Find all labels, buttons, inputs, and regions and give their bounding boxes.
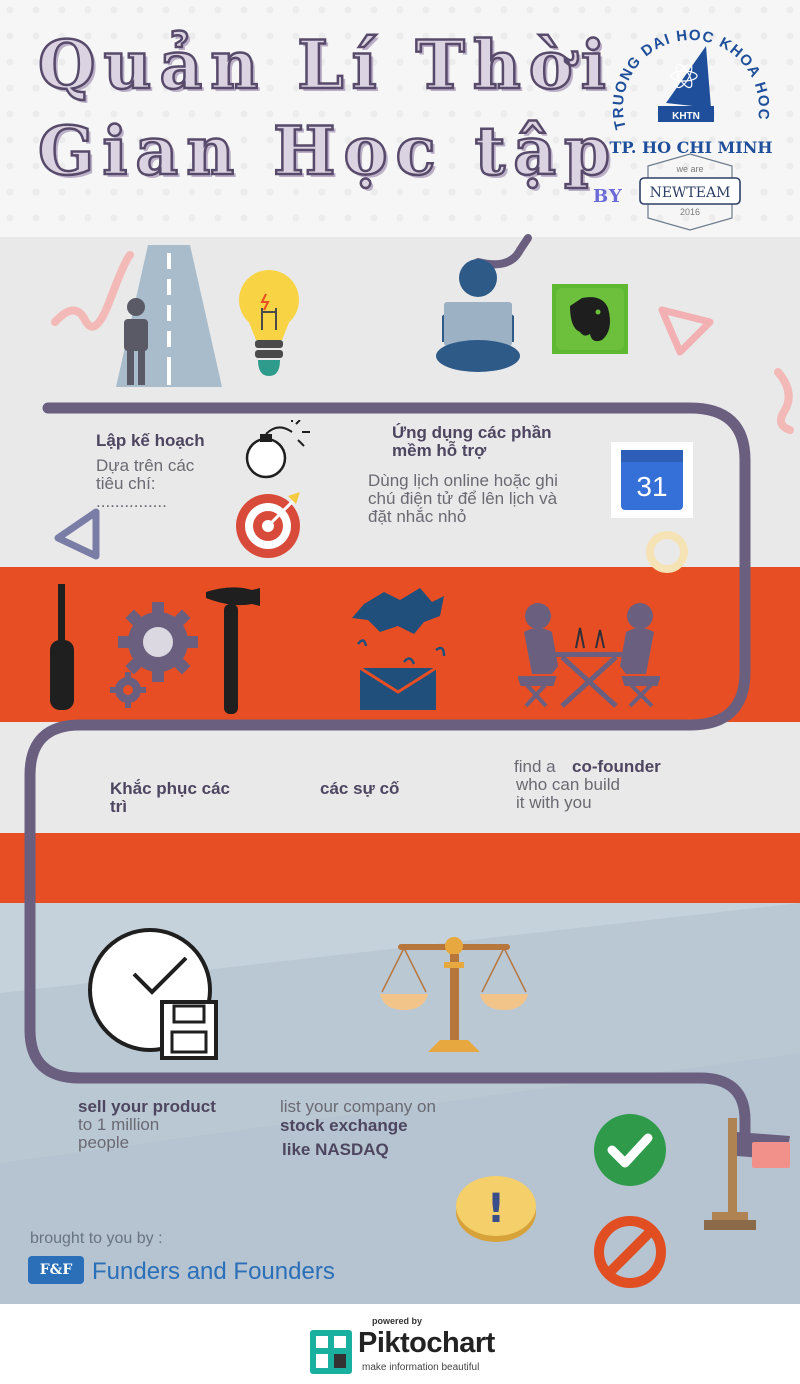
- sell-line-3: people: [78, 1133, 130, 1152]
- road-person-icon: [116, 245, 222, 387]
- evernote-icon: [552, 284, 628, 354]
- calendar-icon: 31: [611, 442, 693, 518]
- clock-save-icon: [88, 928, 218, 1060]
- bomb-icon: [245, 420, 310, 479]
- list-line-1: list your company on: [280, 1097, 436, 1116]
- plan-title: Lập kế hoạch: [96, 431, 205, 450]
- app-desc-3: đặt nhắc nhỏ: [368, 507, 467, 526]
- cofounder-line-2: who can build: [516, 775, 620, 794]
- powered-by-label: powered by: [372, 1316, 423, 1326]
- exclamation-mark: !: [487, 1186, 505, 1232]
- piktochart-tagline: make information beautiful: [362, 1362, 480, 1373]
- cofounder-line-3: it with you: [516, 793, 592, 812]
- incidents-label: các sự cố: [320, 779, 400, 798]
- brought-by-label: brought to you by :: [30, 1230, 163, 1247]
- screwdriver-icon: [50, 584, 74, 710]
- checkmark-icon: [594, 1114, 666, 1186]
- piktochart-logo-icon: [310, 1330, 352, 1374]
- meeting-icon: [518, 603, 660, 708]
- hammer-icon: [206, 587, 260, 714]
- app-desc-2: chú điện tử để lên lịch và: [368, 489, 558, 508]
- fix-line-2: trì: [110, 797, 127, 816]
- cofounder-bold: co-founder: [572, 757, 661, 776]
- calendar-number: 31: [636, 471, 667, 502]
- list-line-2: stock exchange: [280, 1116, 408, 1135]
- app-desc-1: Dùng lịch online hoặc ghi: [368, 471, 558, 490]
- light-bulb-icon: [239, 270, 299, 376]
- infographic-page: { "header": { "title_line1": "Quản Lí Th…: [0, 0, 800, 1384]
- ff-name: Funders and Founders: [92, 1258, 335, 1285]
- gears-icon: [110, 602, 198, 708]
- laptop-person-icon: [436, 259, 520, 372]
- plan-desc-2: tiêu chí:: [96, 474, 156, 493]
- piktochart-wordmark: Piktochart: [358, 1327, 495, 1359]
- fix-line-1: Khắc phục các: [110, 779, 230, 798]
- flag-icon: [704, 1118, 790, 1230]
- scales-icon: [380, 937, 528, 1052]
- sell-line-2: to 1 million: [78, 1115, 160, 1134]
- target-icon: [236, 492, 300, 558]
- plan-desc-3: ...............: [96, 492, 167, 511]
- prohibited-icon: [594, 1216, 666, 1288]
- cofounder-pre: find a: [514, 757, 556, 776]
- mail-explosion-icon: [352, 588, 446, 710]
- plan-desc-1: Dựa trên các: [96, 456, 195, 475]
- sell-title: sell your product: [78, 1097, 216, 1116]
- exclamation-icon: !: [456, 1176, 536, 1242]
- ff-logo-text: F&F: [39, 1262, 73, 1278]
- app-title-1: Ứng dụng các phần: [392, 423, 552, 442]
- app-title-2: mềm hỗ trợ: [392, 441, 487, 460]
- list-line-3: like NASDAQ: [282, 1140, 389, 1159]
- ff-logo-badge: F&F: [28, 1256, 84, 1284]
